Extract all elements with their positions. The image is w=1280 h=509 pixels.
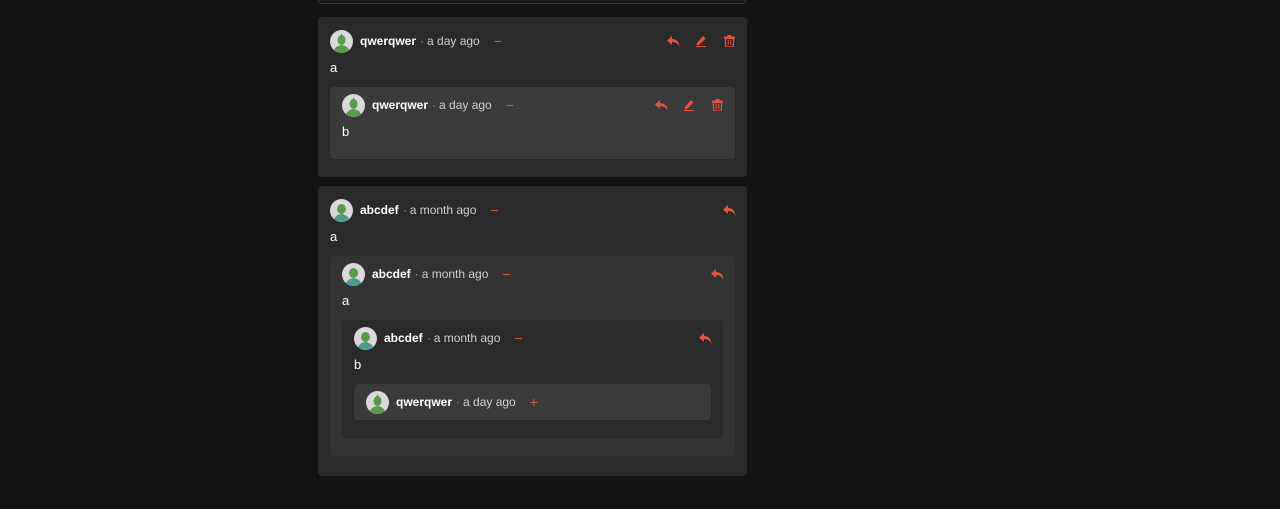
collapse-toggle[interactable]: − (514, 331, 522, 345)
expand-toggle[interactable]: + (530, 395, 538, 409)
trash-icon[interactable] (722, 34, 736, 48)
trash-icon[interactable] (710, 98, 724, 112)
avatar[interactable] (330, 29, 353, 53)
avatar[interactable] (366, 390, 389, 414)
comment-body: a (342, 293, 350, 308)
previous-card-edge (318, 0, 746, 4)
comment-body: a (330, 60, 338, 75)
comment-author[interactable]: abcdef (360, 203, 399, 217)
reply-icon[interactable] (698, 331, 712, 345)
reply-icon[interactable] (722, 203, 736, 217)
reply-icon[interactable] (654, 98, 668, 112)
comment-header: qwerqwer · a day ago − (330, 29, 735, 53)
comment-author[interactable]: qwerqwer (360, 34, 416, 48)
reply: abcdef · a month ago − a abcdef · a month … (330, 256, 735, 456)
collapse-toggle[interactable]: − (506, 98, 514, 112)
comment-header: abcdef · a month ago − (330, 198, 735, 222)
avatar[interactable] (342, 262, 365, 286)
comment-body: b (354, 357, 362, 372)
comment-thread-2: abcdef · a month ago − a abcdef · a month … (318, 186, 747, 476)
comment-time: · a day ago (420, 34, 480, 48)
collapse-toggle[interactable]: − (494, 34, 502, 48)
comment-author[interactable]: qwerqwer (372, 98, 428, 112)
comment-actions (722, 203, 736, 217)
reply-icon[interactable] (710, 267, 724, 281)
edit-icon[interactable] (694, 34, 708, 48)
collapse-toggle[interactable]: − (490, 203, 498, 217)
comment-time: · a day ago (456, 395, 516, 409)
avatar[interactable] (342, 93, 365, 117)
comment: abcdef · a month ago − a abcdef · a month … (318, 192, 747, 474)
comment: qwerqwer · a day ago − a qwerqwer · a da… (318, 23, 747, 177)
comment-actions (666, 34, 736, 48)
comment-author[interactable]: abcdef (384, 331, 423, 345)
comment-header: abcdef · a month ago − (342, 262, 723, 286)
comment-header: qwerqwer · a day ago + (366, 390, 699, 414)
comment-actions (654, 98, 724, 112)
comment-thread-1: qwerqwer · a day ago − a qwerqwer · a da… (318, 17, 747, 177)
reply: qwerqwer · a day ago − b (330, 87, 735, 159)
comment-author[interactable]: qwerqwer (396, 395, 452, 409)
collapse-toggle[interactable]: − (502, 267, 510, 281)
comment-body: b (342, 124, 350, 139)
comment-time: · a day ago (432, 98, 492, 112)
edit-icon[interactable] (682, 98, 696, 112)
comment-actions (698, 331, 712, 345)
reply-collapsed: qwerqwer · a day ago + (354, 384, 711, 420)
avatar[interactable] (354, 326, 377, 350)
comment-header: abcdef · a month ago − (354, 326, 711, 350)
comment-time: · a month ago (402, 203, 477, 217)
comment-time: · a month ago (414, 267, 489, 281)
avatar[interactable] (330, 198, 353, 222)
reply-icon[interactable] (666, 34, 680, 48)
comment-body: a (330, 229, 338, 244)
comment-header: qwerqwer · a day ago − (342, 93, 723, 117)
reply: abcdef · a month ago − b qwerqwer · a da… (342, 320, 723, 438)
comment-time: · a month ago (426, 331, 501, 345)
comment-actions (710, 267, 724, 281)
comment-author[interactable]: abcdef (372, 267, 411, 281)
